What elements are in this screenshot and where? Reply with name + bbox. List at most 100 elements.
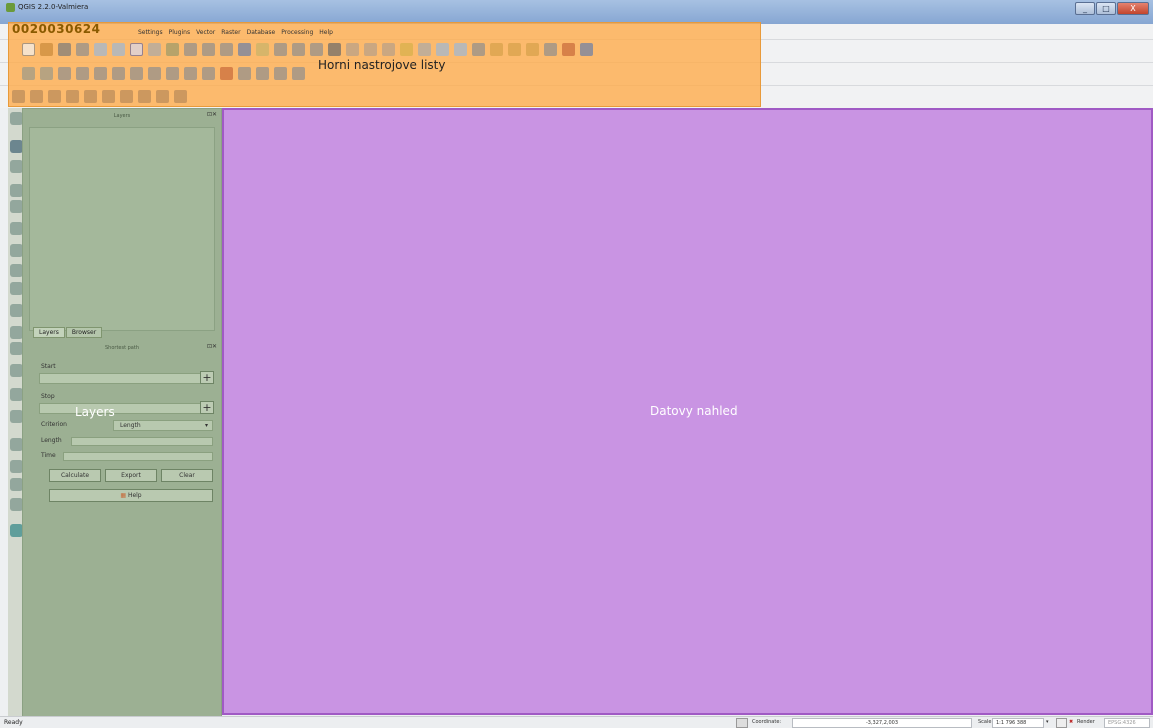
menu-help[interactable]: Help <box>319 29 333 36</box>
add-wcs-layer-icon[interactable] <box>138 90 151 103</box>
add-delimited-text-icon[interactable] <box>174 90 187 103</box>
shortest-path-float-close-icon[interactable]: ⊡✕ <box>207 343 217 350</box>
zoom-full-icon[interactable] <box>238 43 251 56</box>
label-icon[interactable] <box>202 67 215 80</box>
save-edits-icon[interactable] <box>58 67 71 80</box>
rotation-icon[interactable] <box>1056 718 1067 728</box>
refresh-icon[interactable] <box>328 43 341 56</box>
label-move-icon[interactable] <box>256 67 269 80</box>
time-field[interactable] <box>63 452 213 461</box>
paste-features-icon[interactable] <box>184 67 197 80</box>
calculate-button[interactable]: Calculate <box>49 469 101 482</box>
zoom-selection-icon[interactable] <box>274 43 287 56</box>
window-title: QGIS 2.2.0-Valmiera <box>18 3 89 11</box>
map-canvas[interactable]: Datovy nahled <box>222 108 1153 715</box>
composer-manager-icon[interactable] <box>112 43 125 56</box>
whats-this-icon[interactable] <box>580 43 593 56</box>
render-checkbox-icon[interactable]: ✖ <box>1069 719 1073 725</box>
coordinate-toggle-icon[interactable] <box>736 718 748 728</box>
add-wms-layer-icon[interactable] <box>120 90 133 103</box>
start-field[interactable] <box>39 373 209 384</box>
zoom-last-icon[interactable] <box>292 43 305 56</box>
zoom-next-icon[interactable] <box>310 43 323 56</box>
annotation-icon[interactable] <box>544 43 557 56</box>
add-oracle-layer-icon[interactable] <box>102 90 115 103</box>
criterion-select[interactable]: Length ▾ <box>113 420 213 431</box>
map-annotation-label: Datovy nahled <box>650 404 738 418</box>
field-calculator-icon[interactable] <box>454 43 467 56</box>
crs-button[interactable]: EPSG:4326 <box>1104 718 1150 728</box>
close-button[interactable]: X <box>1117 2 1149 15</box>
measure-line-icon[interactable] <box>472 43 485 56</box>
hand-icon[interactable] <box>148 43 161 56</box>
menu-processing[interactable]: Processing <box>281 29 313 36</box>
coordinate-field[interactable]: -3,327,2,003 <box>792 718 972 728</box>
help-icon: ▦ <box>120 492 128 499</box>
cut-features-icon[interactable] <box>148 67 161 80</box>
zoom-out-icon[interactable] <box>202 43 215 56</box>
window-controls: _ □ X <box>1074 2 1149 16</box>
help-button[interactable]: ▦ Help <box>49 489 213 502</box>
tab-layers[interactable]: Layers <box>33 327 65 338</box>
attribute-table-icon[interactable] <box>436 43 449 56</box>
menu-database[interactable]: Database <box>247 29 276 36</box>
select-icon[interactable] <box>364 43 377 56</box>
node-tool-icon[interactable] <box>112 67 125 80</box>
toggle-editing-icon[interactable] <box>40 67 53 80</box>
pan-to-selection-icon[interactable] <box>166 43 179 56</box>
help-button-label: Help <box>127 492 142 499</box>
export-button[interactable]: Export <box>105 469 157 482</box>
save-as-icon[interactable] <box>76 43 89 56</box>
zoom-layer-icon[interactable] <box>256 43 269 56</box>
left-dock-panel: Layers ⊡✕ Layers Browser Shortest path ⊡… <box>22 108 222 718</box>
new-project-icon[interactable] <box>22 43 35 56</box>
add-postgis-layer-icon[interactable] <box>48 90 61 103</box>
label-pin-icon[interactable] <box>220 67 233 80</box>
tab-browser[interactable]: Browser <box>65 327 103 338</box>
menu-settings[interactable]: Settings <box>138 29 163 36</box>
start-pick-button[interactable]: + <box>200 371 214 384</box>
print-composer-icon[interactable] <box>94 43 107 56</box>
add-mssql-layer-icon[interactable] <box>84 90 97 103</box>
pan-icon[interactable] <box>130 43 143 56</box>
layers-tree[interactable] <box>29 127 215 331</box>
zoom-in-icon[interactable] <box>184 43 197 56</box>
toolbar-row-file <box>22 43 593 56</box>
statusbar: Ready Coordinate: -3,327,2,003 Scale 1:1… <box>0 716 1153 728</box>
menu-vector[interactable]: Vector <box>196 29 215 36</box>
stop-pick-button[interactable]: + <box>200 401 214 414</box>
text-annotation-icon[interactable] <box>526 43 539 56</box>
delete-selected-icon[interactable] <box>130 67 143 80</box>
select-expression-icon[interactable] <box>400 43 413 56</box>
add-raster-layer-icon[interactable] <box>30 90 43 103</box>
menu-raster[interactable]: Raster <box>221 29 240 36</box>
plugin-icon[interactable] <box>562 43 575 56</box>
edit-pencil-icon[interactable] <box>22 67 35 80</box>
clear-button[interactable]: Clear <box>161 469 213 482</box>
copy-features-icon[interactable] <box>166 67 179 80</box>
layers-panel-float-close-icon[interactable]: ⊡✕ <box>207 111 217 118</box>
minimize-button[interactable]: _ <box>1075 2 1095 15</box>
move-feature-icon[interactable] <box>94 67 107 80</box>
map-tips-icon[interactable] <box>490 43 503 56</box>
add-wfs-layer-icon[interactable] <box>156 90 169 103</box>
bookmark-icon[interactable] <box>508 43 521 56</box>
add-vector-layer-icon[interactable] <box>12 90 25 103</box>
label-rotate-icon[interactable] <box>274 67 287 80</box>
label-show-icon[interactable] <box>238 67 251 80</box>
maximize-button[interactable]: □ <box>1096 2 1116 15</box>
stop-field[interactable] <box>39 403 209 414</box>
menu-plugins[interactable]: Plugins <box>169 29 191 36</box>
zoom-native-icon[interactable] <box>220 43 233 56</box>
scale-chevron-down-icon[interactable]: ▾ <box>1046 719 1049 725</box>
measure-icon[interactable] <box>418 43 431 56</box>
open-project-icon[interactable] <box>40 43 53 56</box>
add-spatialite-layer-icon[interactable] <box>66 90 79 103</box>
add-feature-icon[interactable] <box>76 67 89 80</box>
save-project-icon[interactable] <box>58 43 71 56</box>
identify-icon[interactable] <box>346 43 359 56</box>
scale-select[interactable]: 1:1 796 388 <box>992 718 1044 728</box>
label-change-icon[interactable] <box>292 67 305 80</box>
deselect-icon[interactable] <box>382 43 395 56</box>
length-field[interactable] <box>71 437 213 446</box>
